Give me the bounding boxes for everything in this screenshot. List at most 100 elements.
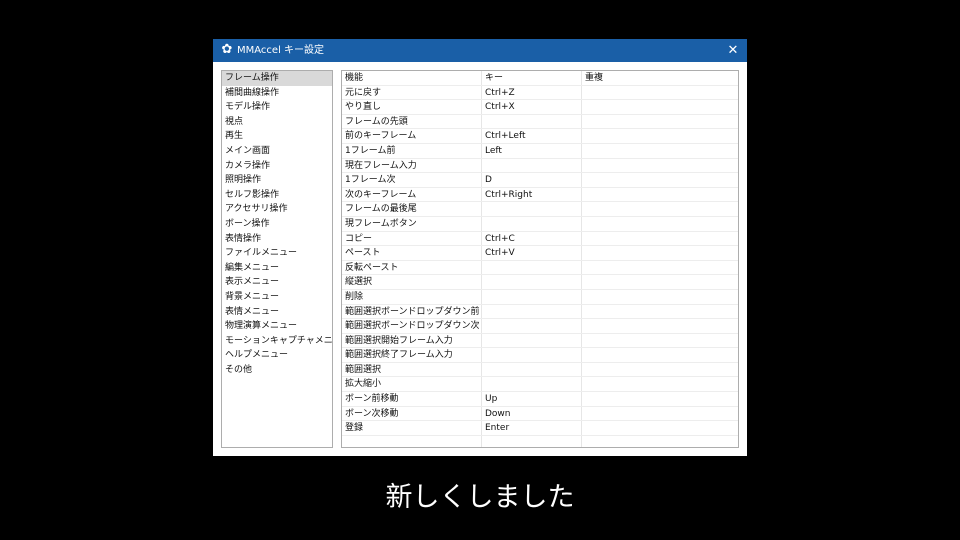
header-key[interactable]: キー: [485, 71, 579, 85]
table-row[interactable]: 範囲選択終了フレーム入力: [342, 348, 738, 363]
table-row[interactable]: ボーン前移動 Up: [342, 392, 738, 407]
table-row[interactable]: 登録 Enter: [342, 421, 738, 436]
category-item[interactable]: 編集メニュー: [222, 261, 332, 276]
category-item[interactable]: 照明操作: [222, 173, 332, 188]
table-row[interactable]: 範囲選択ボーンドロップダウン前項目: [342, 305, 738, 320]
category-item[interactable]: 補間曲線操作: [222, 86, 332, 101]
duplicate-cell: [585, 115, 735, 129]
table-row[interactable]: 現在フレーム入力: [342, 159, 738, 174]
key-cell: [485, 261, 579, 275]
table-row[interactable]: 削除: [342, 290, 738, 305]
duplicate-cell: [585, 188, 735, 202]
key-cell: Down: [485, 408, 511, 419]
table-row[interactable]: 範囲選択ボーンドロップダウン次項目: [342, 319, 738, 334]
table-row[interactable]: 1フレーム前 Left: [342, 144, 738, 159]
window-title: MMAccel キー設定: [237, 45, 325, 56]
header-function[interactable]: 機能: [345, 71, 479, 85]
title-bar[interactable]: ✿ MMAccel キー設定 ✕: [213, 39, 747, 62]
key-cell: Ctrl+Left: [485, 131, 526, 142]
function-cell: 登録: [345, 423, 364, 434]
key-cell: [485, 363, 579, 377]
category-item[interactable]: ファイルメニュー: [222, 246, 332, 261]
duplicate-cell: [585, 232, 735, 246]
key-cell: [485, 275, 579, 289]
key-cell: Enter: [485, 423, 510, 434]
table-row[interactable]: フレームの先頭: [342, 115, 738, 130]
duplicate-cell: [585, 217, 735, 231]
table-row[interactable]: ボーン次移動 Down: [342, 407, 738, 422]
function-cell: 範囲選択ボーンドロップダウン次項目: [345, 321, 479, 332]
category-item[interactable]: 表情メニュー: [222, 305, 332, 320]
key-cell: [485, 334, 579, 348]
table-row[interactable]: フレームの最後尾: [342, 202, 738, 217]
key-cell: [485, 217, 579, 231]
function-cell: 拡大縮小: [345, 379, 382, 390]
table-row[interactable]: 1フレーム次 D: [342, 173, 738, 188]
category-item[interactable]: 背景メニュー: [222, 290, 332, 305]
function-cell: 削除: [345, 291, 364, 302]
function-cell: ペースト: [345, 248, 381, 259]
key-cell: [485, 377, 579, 391]
table-row[interactable]: 拡大縮小: [342, 377, 738, 393]
function-cell: 元に戻す: [345, 87, 382, 98]
table-row[interactable]: 範囲選択: [342, 363, 738, 378]
key-cell: [485, 348, 579, 362]
duplicate-cell: [585, 173, 735, 187]
function-cell: ボーン前移動: [345, 394, 399, 405]
category-item[interactable]: モーションキャプチャメニュー: [222, 334, 332, 349]
duplicate-cell: [585, 261, 735, 275]
category-item[interactable]: カメラ操作: [222, 159, 332, 174]
gear-icon: ✿: [221, 42, 233, 57]
duplicate-cell: [585, 421, 735, 435]
table-row[interactable]: やり直し Ctrl+X: [342, 100, 738, 115]
key-binding-table: 機能 キー 重複 元に戻す Ctrl+Z やり直し Ctrl+X フレームの先頭 前のキー…: [341, 70, 739, 448]
table-row[interactable]: 反転ペースト: [342, 261, 738, 276]
duplicate-cell: [585, 129, 735, 143]
category-item[interactable]: メイン画面: [222, 144, 332, 159]
duplicate-cell: [585, 363, 735, 377]
category-item[interactable]: 表情操作: [222, 232, 332, 247]
category-item[interactable]: 物理演算メニュー: [222, 319, 332, 334]
duplicate-cell: [585, 246, 735, 260]
category-list[interactable]: フレーム操作 補間曲線操作 モデル操作 視点 再生 メイン画面 カメラ操作 照明操作 セルフ影操…: [221, 70, 333, 448]
key-cell: Left: [485, 145, 502, 156]
category-item[interactable]: セルフ影操作: [222, 188, 332, 203]
category-item[interactable]: その他: [222, 363, 332, 378]
key-cell: D: [485, 175, 492, 186]
key-cell: Ctrl+C: [485, 233, 515, 244]
function-cell: 1フレーム次: [345, 175, 396, 186]
category-item[interactable]: フレーム操作: [222, 71, 332, 86]
category-item[interactable]: ボーン操作: [222, 217, 332, 232]
category-item[interactable]: モデル操作: [222, 100, 332, 115]
key-cell: [485, 319, 579, 333]
table-row[interactable]: 現フレームボタン: [342, 217, 738, 232]
duplicate-cell: [585, 275, 735, 289]
category-item[interactable]: 表示メニュー: [222, 275, 332, 290]
table-row[interactable]: 範囲選択開始フレーム入力: [342, 334, 738, 349]
category-item[interactable]: 視点: [222, 115, 332, 130]
category-item[interactable]: 再生: [222, 129, 332, 144]
key-settings-dialog: ✿ MMAccel キー設定 ✕ フレーム操作 補間曲線操作 モデル操作 視点 再生 メイ…: [213, 39, 747, 456]
table-row[interactable]: 元に戻す Ctrl+Z: [342, 86, 738, 101]
function-cell: 前のキーフレーム: [345, 131, 417, 142]
key-cell: [485, 305, 579, 319]
table-row[interactable]: 次のキーフレーム Ctrl+Right: [342, 188, 738, 203]
duplicate-cell: [585, 305, 735, 319]
key-cell: Ctrl+X: [485, 102, 515, 113]
key-cell: [485, 115, 579, 129]
table-row[interactable]: コピー Ctrl+C: [342, 232, 738, 247]
function-cell: やり直し: [345, 102, 382, 113]
duplicate-cell: [585, 377, 735, 391]
category-item[interactable]: ヘルプメニュー: [222, 348, 332, 363]
table-row[interactable]: 縦選択: [342, 275, 738, 290]
table-body: 元に戻す Ctrl+Z やり直し Ctrl+X フレームの先頭 前のキーフレーム Ctrl+…: [342, 86, 738, 436]
table-row[interactable]: ペースト Ctrl+V: [342, 246, 738, 261]
function-cell: 範囲選択開始フレーム入力: [345, 335, 453, 346]
function-cell: フレームの最後尾: [345, 204, 417, 215]
category-item[interactable]: アクセサリ操作: [222, 202, 332, 217]
header-duplicate[interactable]: 重複: [585, 71, 735, 85]
function-cell: 範囲選択: [345, 364, 382, 375]
close-button[interactable]: ✕: [719, 39, 747, 62]
table-row[interactable]: 前のキーフレーム Ctrl+Left: [342, 129, 738, 144]
duplicate-cell: [585, 319, 735, 333]
